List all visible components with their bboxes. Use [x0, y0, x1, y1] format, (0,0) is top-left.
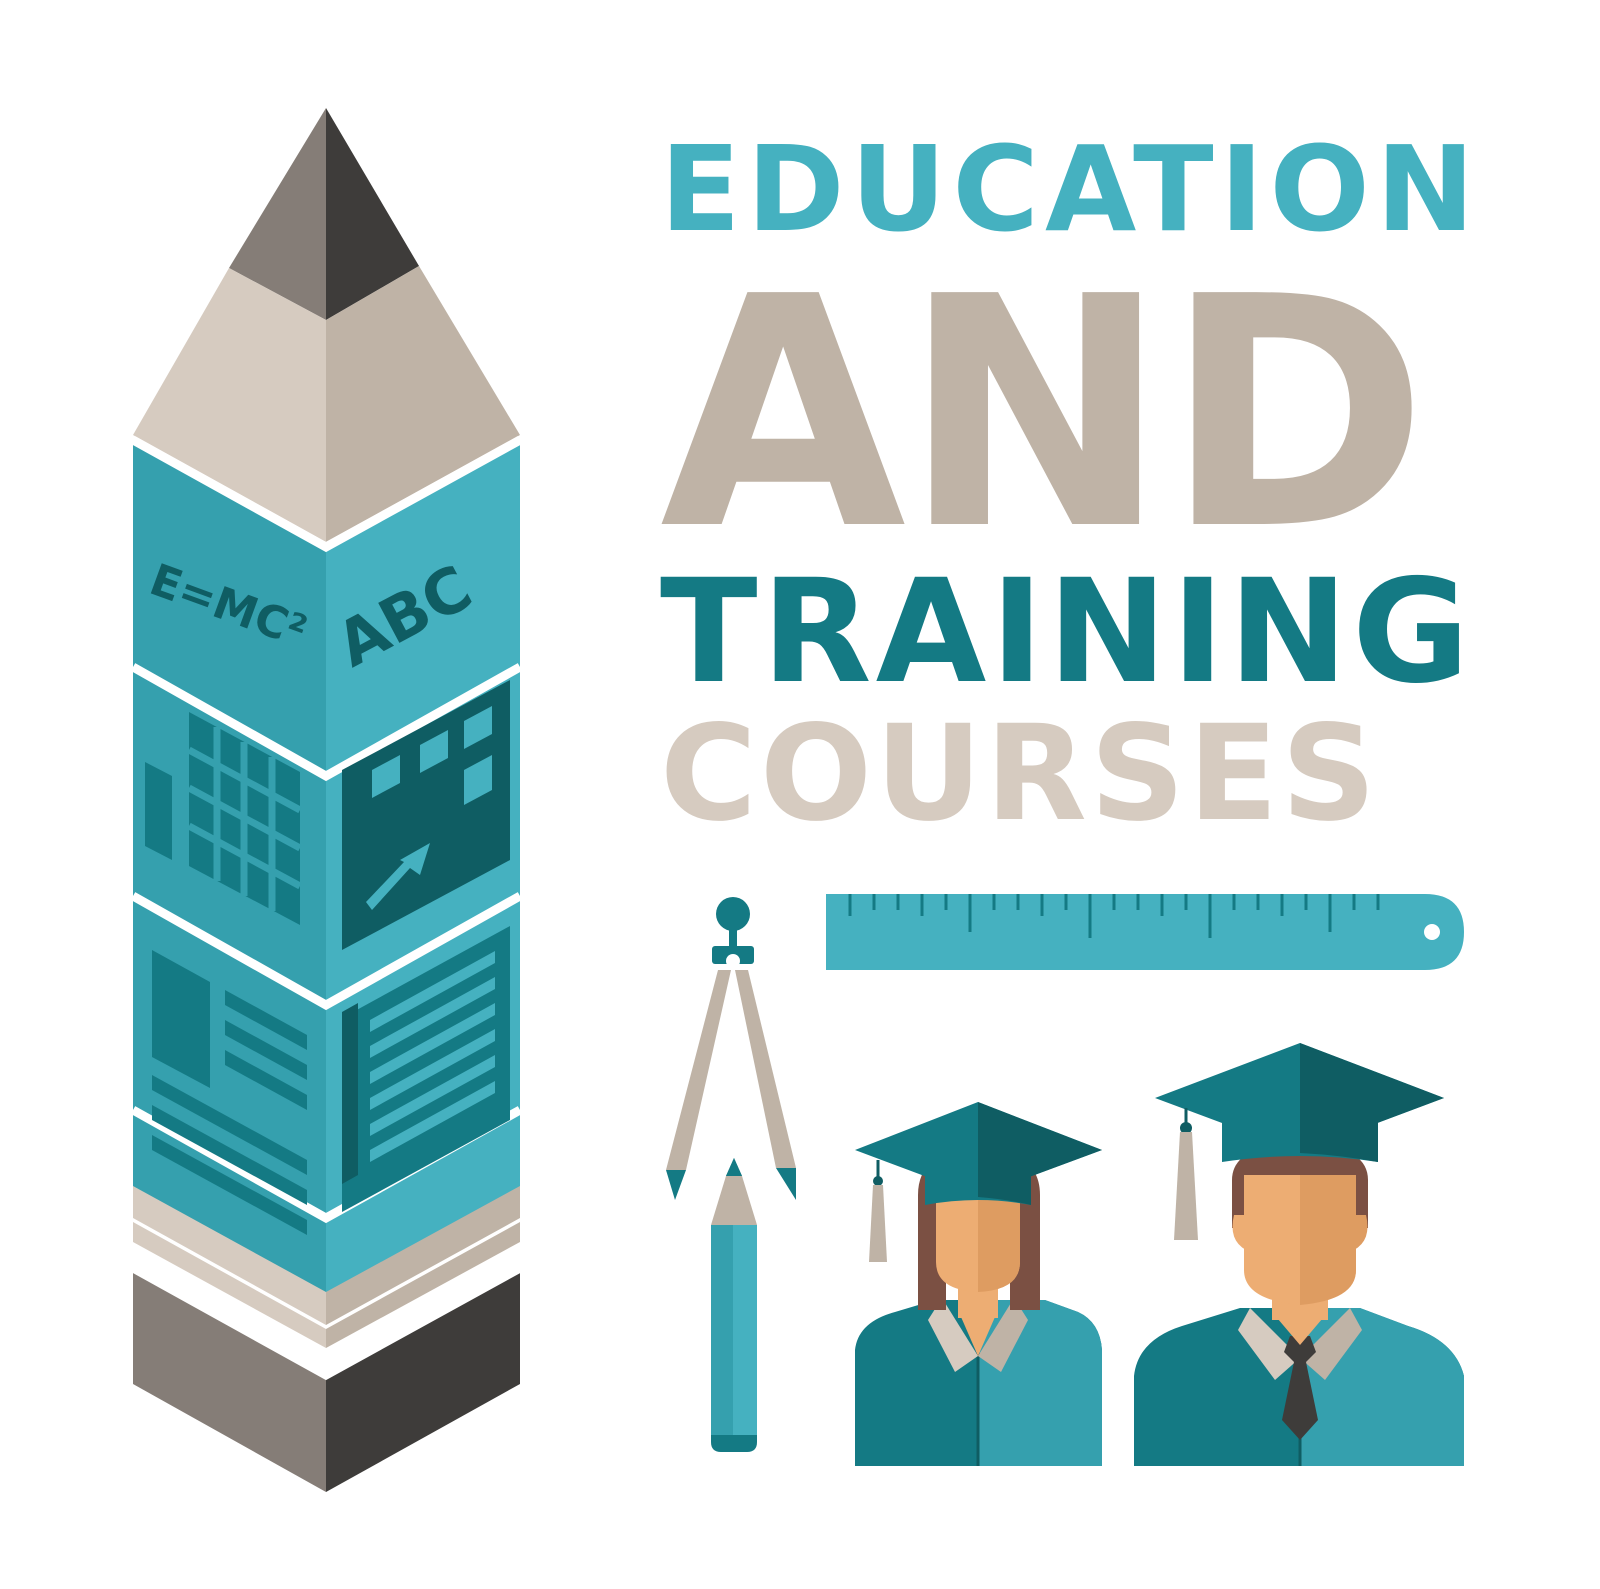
drawing-compass-icon — [666, 897, 796, 1200]
illustration-canvas: E=MC² ABC — [130, 108, 1464, 1492]
male-graduate-icon — [1134, 1043, 1464, 1466]
pencil-tower-icon: E=MC² ABC — [130, 108, 523, 1492]
pencil-icon — [711, 1158, 757, 1452]
ruler-icon — [826, 894, 1464, 970]
female-graduate-icon — [855, 1102, 1102, 1466]
